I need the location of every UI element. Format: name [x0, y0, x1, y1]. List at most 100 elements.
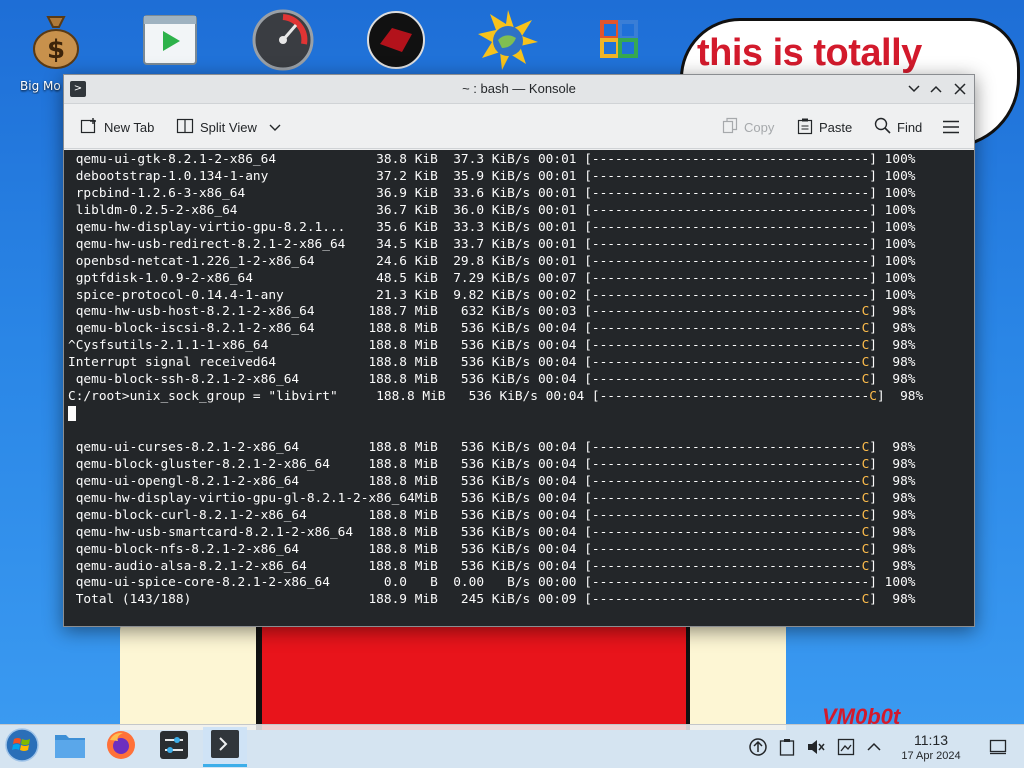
- terminal-line: libldm-0.2.5-2-x86_64 36.7 KiB 36.0 KiB/…: [68, 203, 956, 220]
- terminal-line: qemu-block-ssh-8.2.1-2-x86_64 188.8 MiB …: [68, 372, 956, 389]
- settings-sliders-icon: [160, 731, 188, 763]
- volume-muted-icon[interactable]: [806, 737, 826, 757]
- minimize-button[interactable]: [904, 79, 924, 99]
- terminal-line-text: qemu-block-iscsi-8.2.1-2-x86_64 188.8 Mi…: [68, 321, 862, 337]
- terminal-line: qemu-ui-spice-core-8.2.1-2-x86_64 0.0 B …: [68, 575, 956, 592]
- globe-sun-icon[interactable]: [476, 8, 540, 72]
- terminal-line-text: C:/root>unix_sock_group = "libvirt" 188.…: [68, 389, 870, 405]
- firefox-taskbar-button[interactable]: [99, 727, 143, 767]
- terminal-line: qemu-hw-usb-redirect-8.2.1-2-x86_64 34.5…: [68, 237, 956, 254]
- copy-icon: [722, 117, 738, 138]
- terminal-line: debootstrap-1.0.134-1-any 37.2 KiB 35.9 …: [68, 169, 956, 186]
- terminal-line-text: debootstrap-1.0.134-1-any 37.2 KiB 35.9 …: [68, 168, 916, 184]
- chevron-down-icon[interactable]: [269, 120, 281, 135]
- terminal-line: qemu-block-gluster-8.2.1-2-x86_64 188.8 …: [68, 457, 956, 474]
- progress-cursor: C: [869, 389, 877, 405]
- terminal-line: spice-protocol-0.14.4-1-any 21.3 KiB 9.8…: [68, 288, 956, 305]
- terminal-line-text: qemu-block-curl-8.2.1-2-x86_64 188.8 MiB…: [68, 507, 862, 523]
- new-tab-button[interactable]: New Tab: [80, 115, 154, 139]
- show-desktop-icon[interactable]: [988, 737, 1008, 757]
- update-notifier-icon[interactable]: [748, 737, 768, 757]
- close-button[interactable]: [950, 79, 970, 99]
- digital-clock[interactable]: 11:13 17 Apr 2024: [888, 732, 974, 763]
- find-label: Find: [897, 119, 923, 135]
- copy-label: Copy: [744, 119, 775, 135]
- screenshot-icon[interactable]: [836, 737, 856, 757]
- chevron-up-icon[interactable]: [864, 737, 884, 757]
- terminal-line-text: gptfdisk-1.0.9-2-x86_64 48.5 KiB 7.29 Ki…: [68, 270, 916, 286]
- terminal-line-text: qemu-block-nfs-8.2.1-2-x86_64 188.8 MiB …: [68, 541, 862, 557]
- red-sphere-icon[interactable]: [364, 8, 428, 72]
- terminal-line: qemu-hw-usb-smartcard-8.2.1-2-x86_64 188…: [68, 525, 956, 542]
- progress-percent: ] 98%: [869, 439, 916, 455]
- terminal-icon: [211, 729, 239, 762]
- progress-percent: ] 98%: [869, 473, 916, 489]
- taskbar: 11:13 17 Apr 2024: [0, 724, 1024, 768]
- progress-percent: ] 98%: [876, 389, 924, 405]
- terminal-line-text: spice-protocol-0.14.4-1-any 21.3 KiB 9.8…: [68, 287, 916, 303]
- find-button[interactable]: Find: [874, 115, 922, 139]
- terminal-line: qemu-hw-display-virtio-gpu-8.2.1... 35.6…: [68, 220, 956, 237]
- split-view-icon: [176, 117, 194, 138]
- terminal-line-text: qemu-audio-alsa-8.2.1-2-x86_64 188.8 MiB…: [68, 558, 862, 574]
- progress-percent: ] 98%: [869, 355, 916, 371]
- text-cursor: [68, 406, 76, 422]
- paste-label: Paste: [819, 119, 853, 135]
- terminal-output: qemu-ui-gtk-8.2.1-2-x86_64 38.8 KiB 37.3…: [68, 152, 956, 609]
- terminal-line: rpcbind-1.2.6-3-x86_64 36.9 KiB 33.6 KiB…: [68, 186, 956, 203]
- progress-percent: ] 98%: [869, 338, 916, 354]
- hamburger-menu-icon[interactable]: [942, 115, 960, 139]
- terminal-line-text: qemu-block-ssh-8.2.1-2-x86_64 188.8 MiB …: [68, 372, 862, 388]
- terminal-line: qemu-hw-usb-host-8.2.1-2-x86_64 188.7 Mi…: [68, 304, 956, 321]
- progress-percent: ] 98%: [869, 558, 916, 574]
- terminal-line: qemu-block-nfs-8.2.1-2-x86_64 188.8 MiB …: [68, 542, 956, 559]
- progress-percent: ] 98%: [869, 304, 916, 320]
- file-manager-taskbar-button[interactable]: [48, 727, 92, 767]
- wallpaper-figure-right: [686, 620, 786, 730]
- system-settings-taskbar-button[interactable]: [152, 727, 196, 767]
- speedometer-icon[interactable]: [251, 8, 315, 72]
- terminal-line-text: qemu-ui-gtk-8.2.1-2-x86_64 38.8 KiB 37.3…: [68, 152, 916, 167]
- terminal-view[interactable]: qemu-ui-gtk-8.2.1-2-x86_64 38.8 KiB 37.3…: [64, 150, 974, 626]
- window-title: ~ : bash — Konsole: [462, 81, 576, 96]
- copy-button[interactable]: Copy: [722, 115, 774, 139]
- terminal-line: gptfdisk-1.0.9-2-x86_64 48.5 KiB 7.29 Ki…: [68, 271, 956, 288]
- terminal-line: qemu-block-curl-8.2.1-2-x86_64 188.8 MiB…: [68, 508, 956, 525]
- progress-percent: ] 98%: [869, 524, 916, 540]
- maximize-button[interactable]: [926, 79, 946, 99]
- progress-percent: ] 98%: [869, 456, 916, 472]
- terminal-line: [68, 406, 956, 423]
- video-player-icon[interactable]: [138, 8, 202, 72]
- windows-logo-icon: [5, 728, 39, 766]
- clock-time: 11:13: [914, 732, 948, 748]
- terminal-line: ^Cysfsutils-2.1.1-1-x86_64 188.8 MiB 536…: [68, 338, 956, 355]
- terminal-line-text: Total (143/188) 188.9 MiB 245 KiB/s 00:0…: [68, 592, 862, 608]
- progress-percent: ] 98%: [869, 490, 916, 506]
- terminal-line: qemu-block-iscsi-8.2.1-2-x86_64 188.8 Mi…: [68, 321, 956, 338]
- terminal-line-text: ^Cysfsutils-2.1.1-1-x86_64 188.8 MiB 536…: [68, 338, 862, 354]
- window-titlebar[interactable]: > ~ : bash — Konsole: [64, 75, 974, 104]
- clock-date: 17 Apr 2024: [901, 750, 961, 762]
- clipboard-icon[interactable]: [777, 737, 797, 757]
- split-view-button[interactable]: Split View: [176, 115, 281, 139]
- money-bag-icon[interactable]: $: [24, 8, 88, 72]
- office-icon[interactable]: [588, 8, 652, 72]
- konsole-taskbar-button[interactable]: [203, 727, 247, 767]
- new-tab-label: New Tab: [104, 119, 155, 135]
- folder-icon: [54, 731, 86, 763]
- terminal-line: qemu-ui-opengl-8.2.1-2-x86_64 188.8 MiB …: [68, 474, 956, 491]
- terminal-line: qemu-ui-gtk-8.2.1-2-x86_64 38.8 KiB 37.3…: [68, 152, 956, 169]
- progress-percent: ] 98%: [869, 507, 916, 523]
- progress-percent: ] 98%: [869, 372, 916, 388]
- svg-text:$: $: [47, 35, 65, 65]
- terminal-line-text: qemu-hw-usb-redirect-8.2.1-2-x86_64 34.5…: [68, 236, 916, 252]
- wallpaper-figure-body: [258, 620, 690, 730]
- konsole-window: > ~ : bash — Konsole New Tab Split View: [63, 74, 975, 627]
- terminal-line: openbsd-netcat-1.226_1-2-x86_64 24.6 KiB…: [68, 254, 956, 271]
- terminal-line: C:/root>unix_sock_group = "libvirt" 188.…: [68, 389, 956, 406]
- start-menu-button[interactable]: [0, 727, 44, 767]
- terminal-line-text: qemu-hw-usb-smartcard-8.2.1-2-x86_64 188…: [68, 524, 862, 540]
- terminal-line-text: qemu-hw-display-virtio-gpu-gl-8.2.1-2-x8…: [68, 490, 862, 506]
- paste-button[interactable]: Paste: [797, 115, 852, 139]
- firefox-icon: [106, 730, 136, 764]
